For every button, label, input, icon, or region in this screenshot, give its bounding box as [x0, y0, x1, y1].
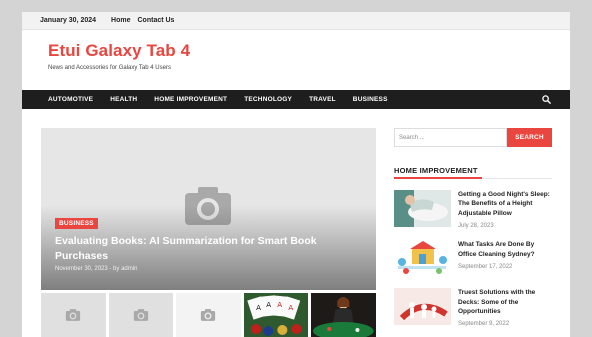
sidebar-post-title[interactable]: What Tasks Are Done By Office Cleaning S…	[458, 240, 552, 259]
nav-item-automotive[interactable]: AUTOMOTIVE	[48, 96, 93, 103]
sidebar-post-date[interactable]: September 17, 2022	[458, 264, 552, 270]
sidebar-post-title[interactable]: Truest Solutions with the Decks: Some of…	[458, 288, 552, 316]
camera-icon	[66, 309, 81, 321]
featured-post-title[interactable]: Evaluating Books: AI Summarization for S…	[55, 234, 355, 264]
sidebar: Search ... SEARCH HOME IMPROVEMENT Getti…	[394, 128, 552, 327]
featured-post-author[interactable]: admin	[121, 266, 137, 272]
sidebar-post-date[interactable]: July 28, 2023	[458, 223, 552, 229]
thumbnail-playing-cards[interactable]: A A A A	[243, 293, 309, 337]
featured-post-date[interactable]: November 30, 2023	[55, 266, 108, 272]
sidebar-post[interactable]: What Tasks Are Done By Office Cleaning S…	[394, 240, 552, 278]
site-branding: Etui Galaxy Tab 4 News and Accessories f…	[48, 41, 190, 71]
svg-text:A: A	[256, 303, 261, 312]
casino-dealer-image	[311, 293, 376, 337]
widget-title: HOME IMPROVEMENT	[394, 166, 552, 179]
svg-text:A: A	[266, 300, 271, 309]
nav-item-travel[interactable]: TRAVEL	[309, 96, 336, 103]
widget-title-text[interactable]: HOME IMPROVEMENT	[394, 166, 478, 175]
sidebar-post-date[interactable]: September 9, 2022	[458, 321, 552, 327]
top-link-contact[interactable]: Contact Us	[138, 17, 175, 24]
thumbnail-post[interactable]	[176, 293, 241, 337]
featured-post-meta: November 30, 2023 - by admin	[55, 266, 137, 272]
sidebar-post-body: What Tasks Are Done By Office Cleaning S…	[458, 240, 552, 277]
family-house-image	[394, 288, 451, 326]
camera-icon	[133, 309, 149, 321]
nav-item-business[interactable]: BUSINESS	[353, 96, 388, 103]
category-badge[interactable]: BUSINESS	[55, 218, 98, 229]
search-button[interactable]: SEARCH	[507, 128, 552, 147]
search-input[interactable]: Search ...	[394, 128, 507, 147]
top-link-home[interactable]: Home	[111, 17, 130, 24]
sidebar-post-body: Getting a Good Night's Sleep: The Benefi…	[458, 190, 552, 229]
playing-cards-image: A A A A	[243, 293, 309, 337]
thumbnail-strip: A A A A	[41, 293, 376, 337]
cleaning-illustration-image	[394, 240, 451, 278]
pillow-image	[394, 190, 451, 227]
thumbnail-post[interactable]	[108, 293, 174, 337]
thumbnail-casino[interactable]	[311, 293, 376, 337]
featured-post[interactable]: BUSINESS Evaluating Books: AI Summarizat…	[41, 128, 376, 290]
top-bar: January 30, 2024 Home Contact Us	[22, 12, 570, 30]
sidebar-search: Search ... SEARCH	[394, 128, 552, 147]
nav-item-technology[interactable]: TECHNOLOGY	[244, 96, 292, 103]
sidebar-post-title[interactable]: Getting a Good Night's Sleep: The Benefi…	[458, 190, 552, 218]
meta-by: by	[113, 266, 120, 272]
svg-text:A: A	[288, 303, 293, 312]
site-title[interactable]: Etui Galaxy Tab 4	[48, 41, 190, 61]
nav-item-home-improvement[interactable]: HOME IMPROVEMENT	[154, 96, 227, 103]
thumbnail-post[interactable]	[41, 293, 106, 337]
widget-title-underline	[394, 177, 482, 179]
camera-icon	[201, 309, 216, 321]
search-icon[interactable]	[542, 95, 551, 104]
sidebar-post[interactable]: Truest Solutions with the Decks: Some of…	[394, 288, 552, 327]
main-navigation: AUTOMOTIVE HEALTH HOME IMPROVEMENT TECHN…	[22, 90, 570, 109]
site-description: News and Accessories for Galaxy Tab 4 Us…	[48, 65, 171, 71]
svg-text:A: A	[277, 300, 282, 309]
meta-separator: -	[109, 266, 112, 272]
page-container: January 30, 2024 Home Contact Us Etui Ga…	[22, 12, 570, 337]
current-date: January 30, 2024	[40, 17, 97, 24]
nav-item-health[interactable]: HEALTH	[110, 96, 137, 103]
sidebar-post[interactable]: Getting a Good Night's Sleep: The Benefi…	[394, 190, 552, 229]
sidebar-post-body: Truest Solutions with the Decks: Some of…	[458, 288, 552, 327]
